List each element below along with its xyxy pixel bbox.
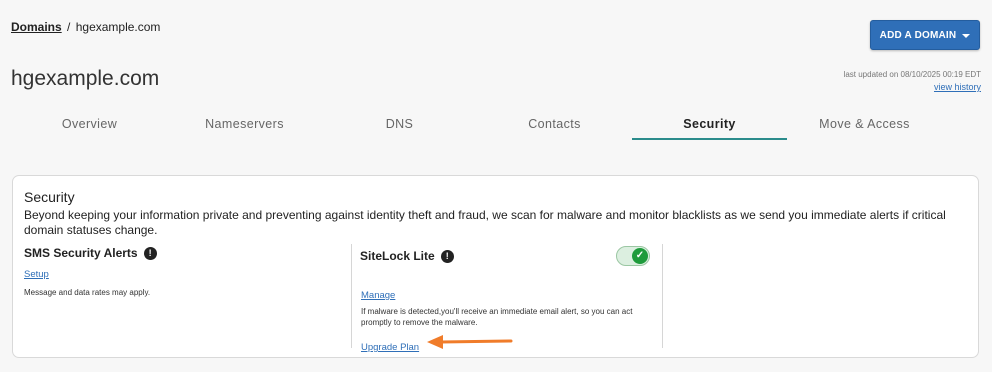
column-divider (662, 244, 663, 348)
add-domain-label: ADD A DOMAIN (879, 29, 957, 41)
arrow-left-icon (427, 335, 513, 349)
tab-contacts[interactable]: Contacts (477, 112, 632, 140)
security-panel: Security Beyond keeping your information… (12, 175, 979, 358)
tab-move-access[interactable]: Move & Access (787, 112, 942, 140)
view-history-link[interactable]: view history (934, 82, 981, 92)
sitelock-malware-note: If malware is detected,you'll receive an… (361, 307, 633, 327)
caret-down-icon (962, 33, 971, 38)
sms-setup-link[interactable]: Setup (24, 269, 49, 280)
column-divider (351, 244, 352, 348)
exclamation-circle-icon[interactable]: ! (440, 249, 454, 263)
tab-security[interactable]: Security (632, 112, 787, 140)
add-domain-button[interactable]: ADD A DOMAIN (870, 20, 980, 50)
breadcrumb-current: hgexample.com (75, 20, 161, 34)
exclamation-circle-icon[interactable]: ! (143, 246, 157, 260)
domain-tabs: Overview Nameservers DNS Contacts Securi… (12, 112, 970, 140)
sitelock-title: SiteLock Lite (360, 249, 435, 263)
breadcrumb: Domains / hgexample.com (11, 20, 160, 34)
sms-alerts-section: SMS Security Alerts ! Setup Message and … (24, 246, 334, 298)
sitelock-manage-link[interactable]: Manage (361, 290, 395, 301)
security-panel-title: Security (24, 189, 75, 205)
tab-dns[interactable]: DNS (322, 112, 477, 140)
checkmark-icon: ✓ (632, 248, 648, 264)
sms-alerts-title: SMS Security Alerts (24, 246, 138, 260)
breadcrumb-domains-link[interactable]: Domains (11, 20, 62, 34)
page-title: hgexample.com (11, 67, 160, 90)
security-description: Beyond keeping your information private … (24, 208, 946, 237)
sitelock-toggle[interactable]: ✓ (616, 246, 650, 266)
breadcrumb-separator: / (67, 20, 71, 34)
last-updated-info: last updated on 08/10/2025 00:19 EDT vie… (844, 68, 981, 94)
tab-overview[interactable]: Overview (12, 112, 167, 140)
last-updated-text: last updated on 08/10/2025 00:19 EDT (843, 70, 981, 79)
sms-rates-note: Message and data rates may apply. (24, 288, 151, 297)
sms-alerts-header: SMS Security Alerts ! (24, 246, 334, 260)
tab-nameservers[interactable]: Nameservers (167, 112, 322, 140)
sitelock-header: SiteLock Lite ! (360, 249, 655, 263)
upgrade-plan-link[interactable]: Upgrade Plan (361, 342, 419, 353)
